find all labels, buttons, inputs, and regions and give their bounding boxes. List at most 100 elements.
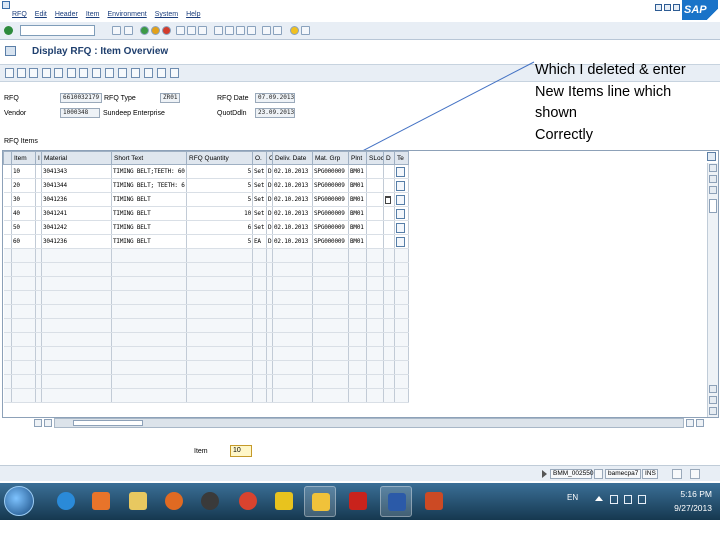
table-settings-icon[interactable]: [707, 152, 716, 161]
empty-row[interactable]: [3, 332, 409, 347]
quotation-deadline-field[interactable]: 23.09.2013: [255, 108, 295, 118]
empty-cell[interactable]: [348, 304, 367, 319]
header-details-icon[interactable]: [17, 68, 26, 78]
empty-cell[interactable]: [383, 248, 395, 263]
empty-cell[interactable]: [252, 248, 267, 263]
empty-cell[interactable]: [41, 304, 112, 319]
column-header[interactable]: Plnt: [348, 151, 367, 165]
cell-sloc[interactable]: [366, 220, 384, 235]
empty-cell[interactable]: [366, 360, 384, 375]
empty-cell[interactable]: [366, 388, 384, 403]
empty-cell[interactable]: [41, 262, 112, 277]
empty-cell[interactable]: [186, 360, 253, 375]
empty-cell[interactable]: [366, 276, 384, 291]
cell-item[interactable]: 50: [11, 220, 36, 235]
start-button[interactable]: [4, 486, 34, 516]
cell-sloc[interactable]: [366, 164, 384, 179]
minimize-icon[interactable]: [655, 4, 662, 11]
menu-header[interactable]: Header: [55, 11, 78, 18]
cell-qty[interactable]: 10: [186, 206, 253, 221]
taskbar-hp[interactable]: [194, 486, 226, 517]
empty-cell[interactable]: [348, 388, 367, 403]
empty-cell[interactable]: [11, 318, 36, 333]
back-icon[interactable]: [140, 26, 149, 35]
scroll-page-down-icon[interactable]: [709, 396, 717, 404]
empty-cell[interactable]: [348, 290, 367, 305]
scroll-right-small-icon[interactable]: [44, 419, 52, 427]
empty-cell[interactable]: [394, 276, 409, 291]
taskbar-acrobat[interactable]: [342, 486, 374, 517]
empty-cell[interactable]: [394, 248, 409, 263]
cell-text[interactable]: [394, 192, 409, 207]
cell-matgrp[interactable]: SPG000009: [312, 206, 349, 221]
empty-cell[interactable]: [186, 388, 253, 403]
cell-deletion[interactable]: [383, 192, 395, 207]
empty-cell[interactable]: [366, 304, 384, 319]
empty-cell[interactable]: [394, 262, 409, 277]
empty-cell[interactable]: [272, 248, 313, 263]
cell-oun[interactable]: Set: [252, 206, 267, 221]
taskbar-word[interactable]: [380, 486, 412, 517]
show-hidden-icons-icon[interactable]: [595, 496, 603, 501]
scroll-up-icon[interactable]: [709, 186, 717, 194]
exit-icon[interactable]: [151, 26, 160, 35]
table-row[interactable]: 203041344TIMING BELT; TEETH: 6...5SetD02…: [3, 178, 409, 193]
item-texts-icon[interactable]: [67, 68, 76, 78]
cell-matgrp[interactable]: SPG000009: [312, 192, 349, 207]
cell-oun[interactable]: Set: [252, 178, 267, 193]
account-assignment-icon[interactable]: [92, 68, 101, 78]
empty-cell[interactable]: [312, 262, 349, 277]
row-selector[interactable]: [3, 318, 12, 333]
row-selector[interactable]: [3, 178, 12, 193]
cell-short-text[interactable]: TIMING BELT: [111, 234, 187, 249]
select-all-cell[interactable]: [3, 151, 12, 165]
empty-cell[interactable]: [111, 248, 187, 263]
cell-qty[interactable]: 5: [186, 234, 253, 249]
empty-row[interactable]: [3, 248, 409, 263]
action-center-icon[interactable]: [624, 495, 632, 504]
empty-cell[interactable]: [252, 346, 267, 361]
column-header[interactable]: O.: [252, 151, 267, 165]
empty-cell[interactable]: [41, 276, 112, 291]
help-icon[interactable]: [290, 26, 299, 35]
empty-row[interactable]: [3, 346, 409, 361]
column-header[interactable]: RFQ Quantity: [186, 151, 253, 165]
vendor-field[interactable]: 1000348: [60, 108, 100, 118]
column-header[interactable]: SLoc: [366, 151, 384, 165]
delivery-schedule-icon[interactable]: [79, 68, 88, 78]
cell-text[interactable]: [394, 164, 409, 179]
command-field[interactable]: [20, 25, 95, 36]
status-expand-icon[interactable]: [542, 470, 547, 478]
empty-cell[interactable]: [312, 304, 349, 319]
empty-cell[interactable]: [186, 374, 253, 389]
empty-row[interactable]: [3, 388, 409, 403]
empty-cell[interactable]: [394, 346, 409, 361]
cell-sloc[interactable]: [366, 192, 384, 207]
layout-menu-icon[interactable]: [301, 26, 310, 35]
empty-cell[interactable]: [383, 360, 395, 375]
empty-cell[interactable]: [111, 262, 187, 277]
cell-sloc[interactable]: [366, 178, 384, 193]
language-indicator[interactable]: EN: [567, 493, 578, 502]
cell-sloc[interactable]: [366, 206, 384, 221]
insert-mode-field[interactable]: INS: [642, 469, 658, 479]
scroll-left-end-icon[interactable]: [686, 419, 694, 427]
row-selector[interactable]: [3, 234, 12, 249]
empty-cell[interactable]: [366, 248, 384, 263]
empty-cell[interactable]: [383, 290, 395, 305]
cell-qty[interactable]: 5: [186, 164, 253, 179]
empty-cell[interactable]: [272, 262, 313, 277]
item-details-icon[interactable]: [42, 68, 51, 78]
cell-short-text[interactable]: TIMING BELT; TEETH: 6...: [111, 178, 187, 193]
empty-cell[interactable]: [186, 304, 253, 319]
clock-date[interactable]: 9/27/2013: [652, 503, 712, 513]
empty-cell[interactable]: [111, 388, 187, 403]
empty-cell[interactable]: [348, 248, 367, 263]
row-selector[interactable]: [3, 206, 12, 221]
scroll-right-icon[interactable]: [696, 419, 704, 427]
menu-item[interactable]: Item: [86, 11, 100, 18]
empty-cell[interactable]: [272, 346, 313, 361]
empty-cell[interactable]: [272, 318, 313, 333]
cell-plnt[interactable]: BM01: [348, 164, 367, 179]
empty-cell[interactable]: [252, 304, 267, 319]
